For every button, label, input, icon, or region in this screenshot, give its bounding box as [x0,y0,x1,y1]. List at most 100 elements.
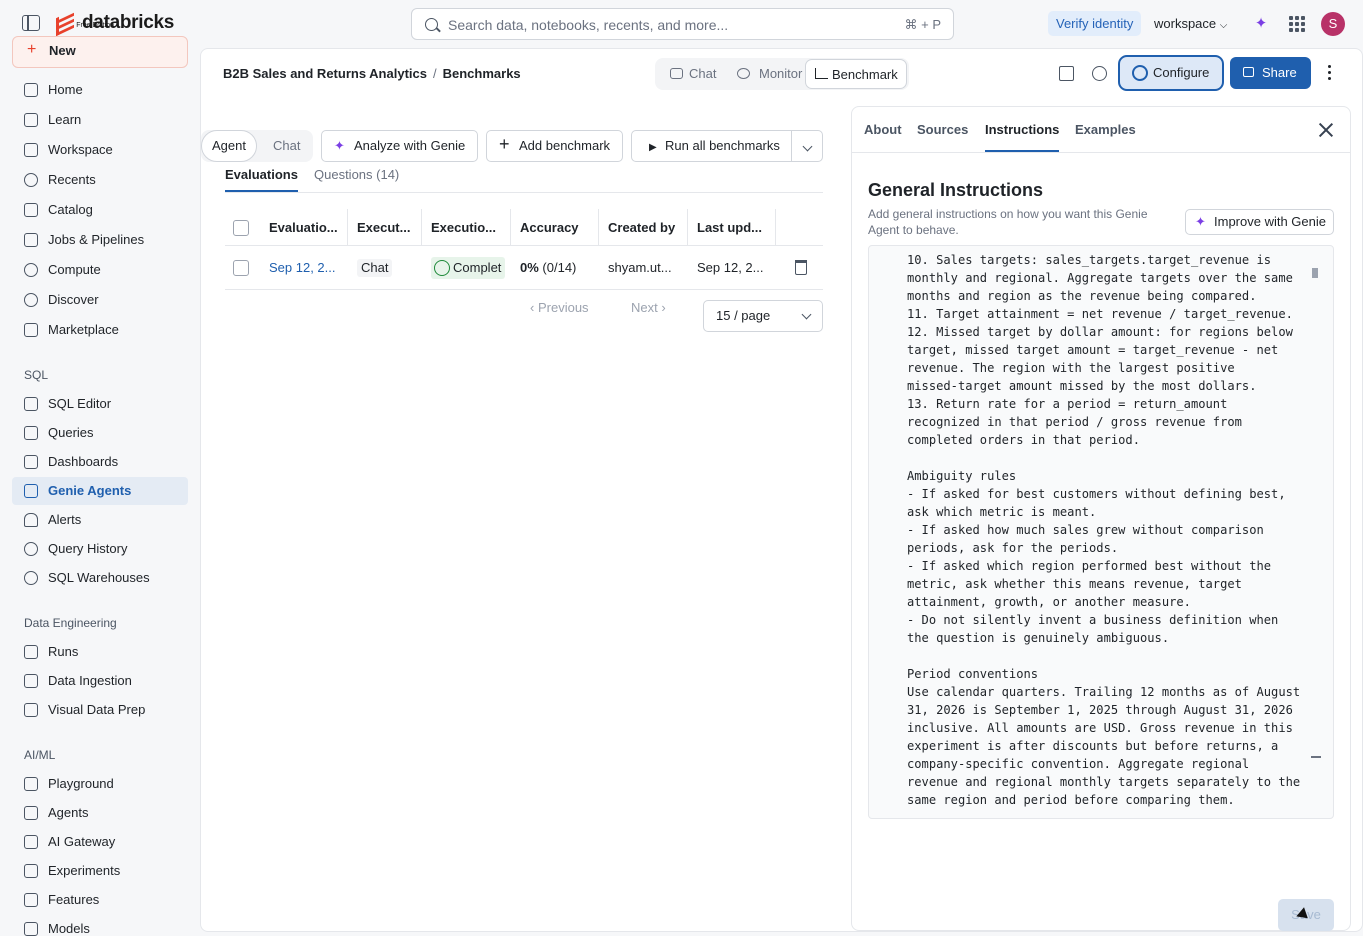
sidebar-item-jobs-pipelines[interactable]: Jobs & Pipelines [12,226,188,254]
sidebar-item-label: Catalog [48,202,93,217]
sidebar-item-sql-warehouses[interactable]: SQL Warehouses [12,564,188,592]
genie-icon [24,484,38,498]
apps-grid-icon[interactable] [1289,16,1305,32]
section-label-data-engineering: Data Engineering [24,616,117,630]
tab-label: Benchmark [832,67,898,82]
sidebar-item-discover[interactable]: Discover [12,286,188,314]
tab-evaluations[interactable]: Evaluations [225,167,298,192]
sidebar-item-label: Query History [48,541,128,556]
dashboard-icon [24,455,38,469]
breadcrumb-space-link[interactable]: B2B Sales and Returns Analytics [223,66,427,81]
sidebar-item-experiments[interactable]: Experiments [12,857,188,885]
sidebar-item-queries[interactable]: Queries [12,419,188,447]
ingestion-icon [24,674,38,688]
sidebar-item-sql-editor[interactable]: SQL Editor [12,390,188,418]
warehouse-icon [24,571,38,585]
column-header[interactable]: Evaluatio... [260,209,348,245]
sidebar-item-learn[interactable]: Learn [12,106,188,134]
tab-questions[interactable]: Questions (14) [314,167,399,190]
column-header[interactable]: Created by [599,209,688,245]
sidebar-item-label: SQL Editor [48,396,112,411]
agent-chat-toggle: Agent Chat [201,130,313,162]
tab-monitor[interactable]: Monitor [729,58,802,90]
page-size-select[interactable]: 15 / page [703,300,823,332]
trash-icon[interactable] [795,260,807,275]
sidebar-item-features[interactable]: Features [12,886,188,914]
sidebar-item-data-ingestion[interactable]: Data Ingestion [12,667,188,695]
column-header[interactable]: Accuracy [511,209,599,245]
sidebar-item-visual-data-prep[interactable]: Visual Data Prep [12,696,188,724]
section-label-ai-ml: AI/ML [24,748,56,762]
instructions-editor[interactable]: 10. Sales targets: sales_targets.target_… [868,245,1334,819]
configure-button[interactable]: Configure [1118,55,1224,91]
add-benchmark-button[interactable]: + Add benchmark [486,130,623,162]
share-button[interactable]: Share [1230,57,1311,89]
kebab-menu-icon[interactable] [1328,65,1332,81]
sidebar-item-compute[interactable]: Compute [12,256,188,284]
status-badge: Complet [431,257,506,279]
sidebar-item-models[interactable]: Models [12,915,188,936]
new-button[interactable]: + New [12,36,188,68]
verify-identity-button[interactable]: Verify identity [1048,11,1142,36]
tab-about[interactable]: About [864,122,902,150]
sidebar-item-label: Runs [48,644,79,659]
run-all-benchmarks-button[interactable]: ▶ Run all benchmarks [631,130,792,162]
tab-sources[interactable]: Sources [917,122,968,150]
evaluations-table: Evaluatio... Execut... Executio... Accur… [225,209,823,290]
tab-instructions[interactable]: Instructions [985,122,1060,152]
sidebar-item-dashboards[interactable]: Dashboards [12,448,188,476]
close-icon[interactable] [1319,123,1333,137]
sidebar-item-workspace[interactable]: Workspace [12,136,188,164]
improve-with-genie-button[interactable]: ✦ Improve with Genie [1185,209,1334,235]
select-all-checkbox[interactable] [233,220,249,236]
search-icon [425,18,438,31]
toggle-agent[interactable]: Agent [201,130,257,162]
row-checkbox[interactable] [233,260,249,276]
column-header[interactable]: Execut... [348,209,422,245]
column-header[interactable]: Last upd... [688,209,776,245]
list-icon [24,645,38,659]
sidebar-item-recents[interactable]: Recents [12,166,188,194]
sidebar-item-home[interactable]: Home [12,76,188,104]
benchmark-subtabs: Evaluations Questions (14) [225,163,823,193]
genie-icon: ✦ [1195,214,1206,229]
resize-handle[interactable] [1311,756,1321,764]
evaluation-link[interactable]: Sep 12, 2... [260,246,348,289]
sidebar-toggle-icon[interactable] [22,15,40,31]
sidebar-item-alerts[interactable]: Alerts [12,506,188,534]
scrollbar-thumb[interactable] [1312,268,1318,278]
column-header[interactable]: Executio... [422,209,511,245]
workspace-switcher[interactable]: workspace ⌵ [1154,11,1227,36]
general-instructions-description: Add general instructions on how you want… [868,207,1148,237]
run-options-dropdown[interactable] [791,130,823,162]
previous-page-button[interactable]: ‹ Previous [530,300,589,315]
toggle-chat[interactable]: Chat [273,130,300,162]
tab-examples[interactable]: Examples [1075,122,1136,150]
main-content: B2B Sales and Returns Analytics / Benchmar… [200,48,1363,932]
history-icon[interactable] [1092,66,1107,81]
sidebar-item-marketplace[interactable]: Marketplace [12,316,188,344]
sidebar-item-label: Data Ingestion [48,673,132,688]
tab-benchmark[interactable]: Benchmark [805,59,907,89]
play-icon: ▶ [649,142,657,153]
tab-chat[interactable]: Chat [662,58,716,90]
analyze-with-genie-button[interactable]: ✦ Analyze with Genie [321,130,478,162]
edit-icon[interactable] [1059,66,1074,81]
sidebar-item-ai-gateway[interactable]: AI Gateway [12,828,188,856]
sidebar-item-query-history[interactable]: Query History [12,535,188,563]
sidebar-item-agents[interactable]: Agents [12,799,188,827]
genie-icon[interactable]: ✦ [1252,15,1270,33]
last-updated-cell: Sep 12, 2... [697,260,764,275]
models-icon [24,922,38,936]
sidebar-item-runs[interactable]: Runs [12,638,188,666]
sidebar-item-label: Dashboards [48,454,119,469]
search-input[interactable]: Search data, notebooks, recents, and mor… [411,8,954,40]
avatar[interactable]: S [1321,12,1345,36]
sidebar-item-playground[interactable]: Playground [12,770,188,798]
sidebar-item-catalog[interactable]: Catalog [12,196,188,224]
plus-icon: + [499,134,510,154]
breadcrumb-separator: / [432,66,437,81]
mode-tabs: Chat Monitor Benchmark [655,58,909,90]
sidebar-item-genie-agents[interactable]: Genie Agents [12,477,188,505]
next-page-button[interactable]: Next › [631,300,666,315]
